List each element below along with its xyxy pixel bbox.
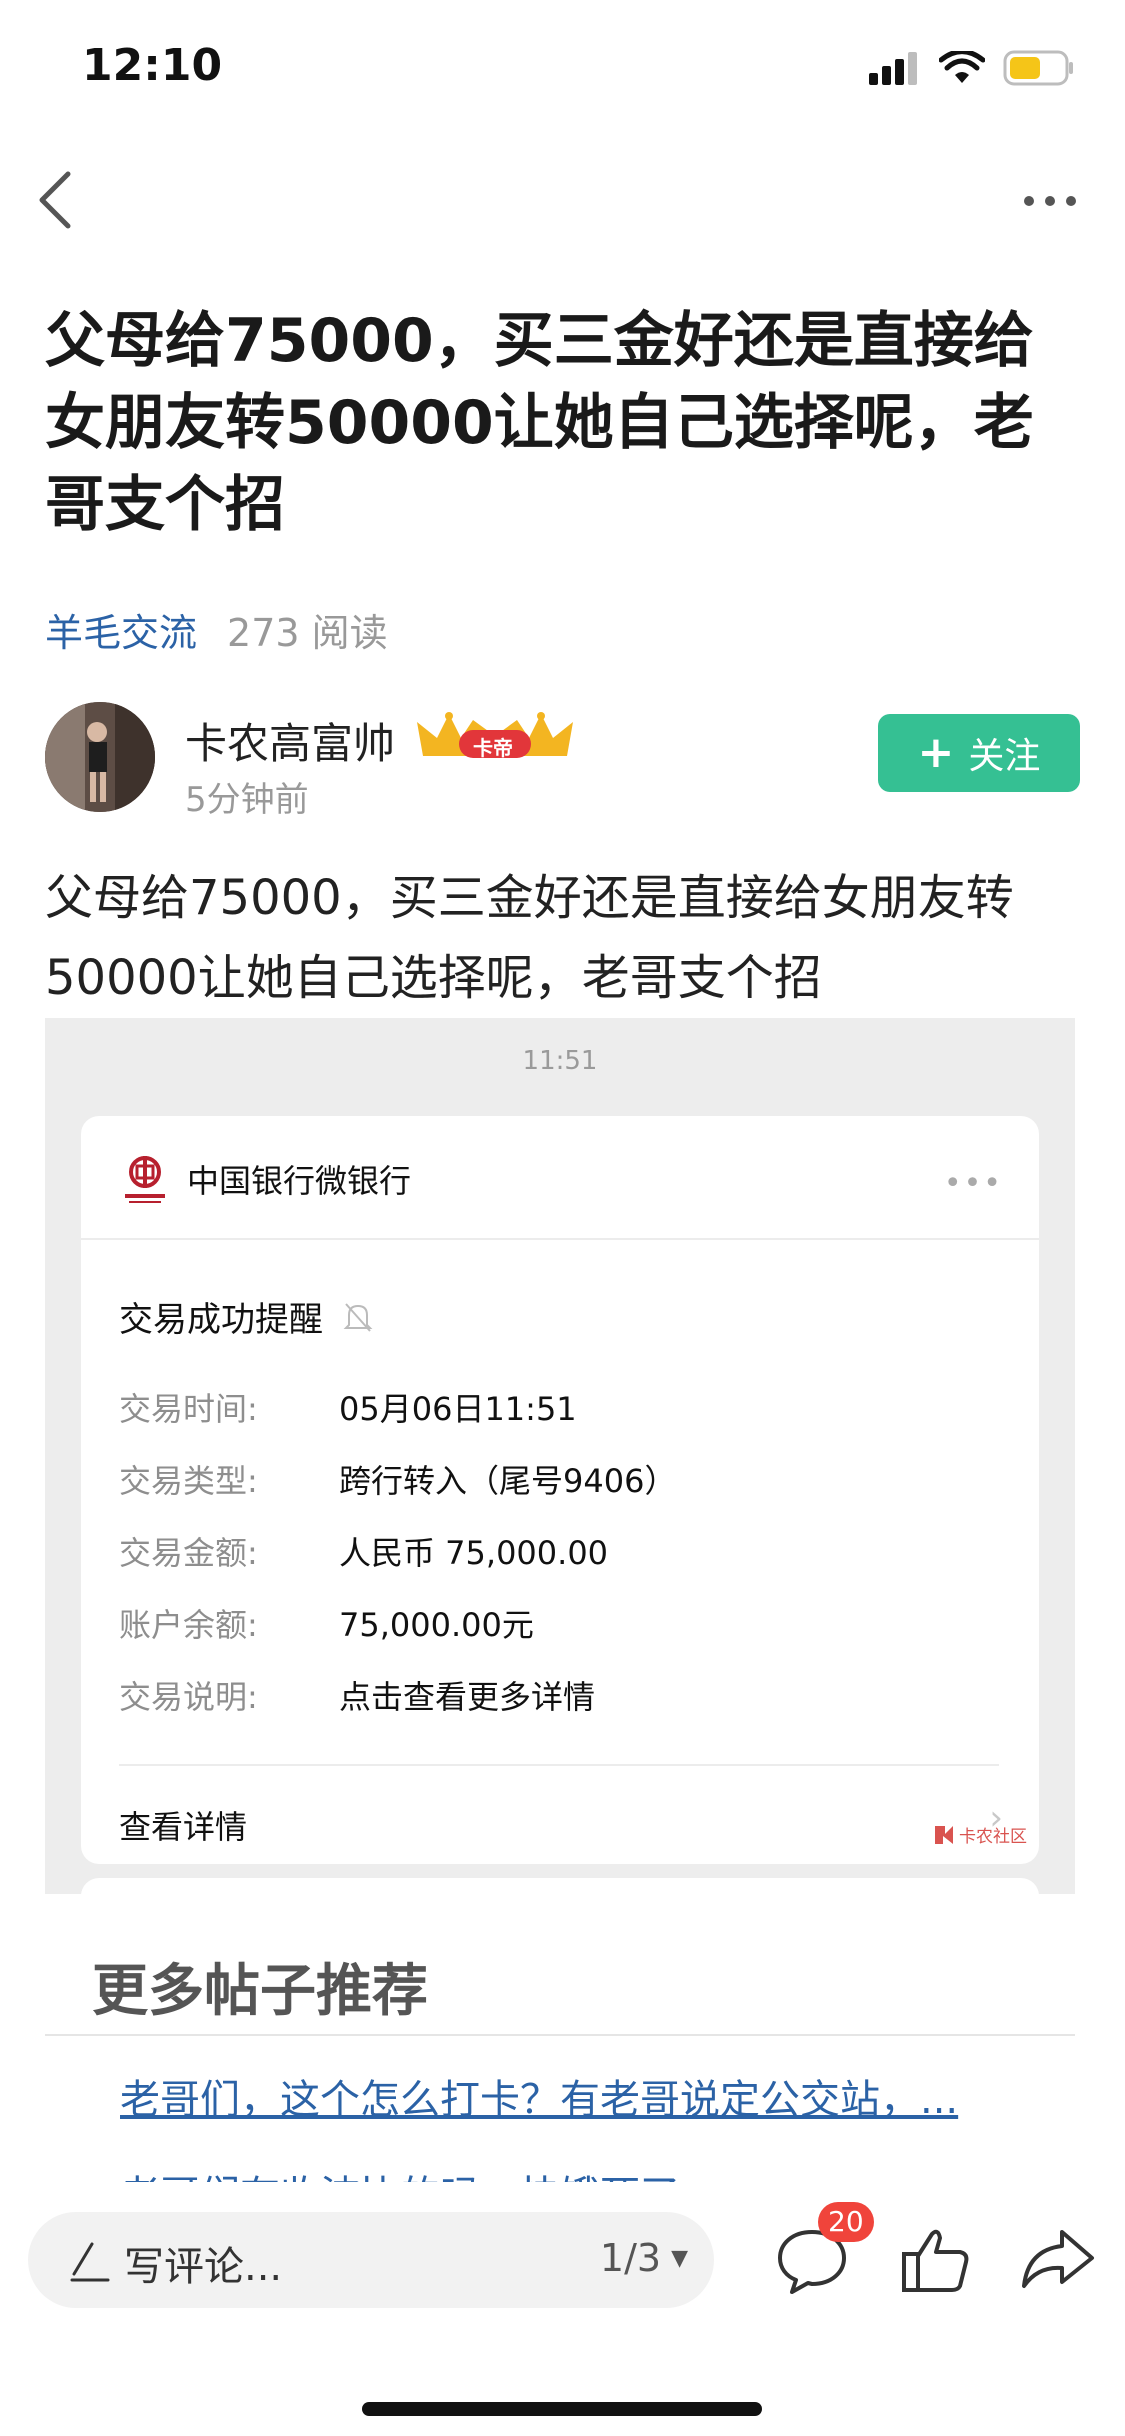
- view-details-link: 查看详情: [119, 1808, 248, 1846]
- like-button[interactable]: [896, 2220, 976, 2300]
- comment-placeholder: 写评论...: [124, 2244, 283, 2290]
- nav-bar: [0, 150, 1125, 250]
- level-badge: 卡帝: [415, 708, 575, 764]
- detail-row: 账户余额: 75,000.00元: [119, 1600, 999, 1672]
- author-name[interactable]: 卡农高富帅: [185, 710, 395, 771]
- detail-label: 交易时间:: [119, 1390, 258, 1428]
- divider: [45, 2034, 1075, 2036]
- signal-icon: [869, 52, 917, 85]
- notice-title-text: 交易成功提醒: [119, 1300, 323, 1340]
- follow-button[interactable]: + 关注: [878, 714, 1080, 792]
- post-time: 5分钟前: [185, 780, 309, 820]
- card-more-icon: •••: [943, 1166, 1003, 1201]
- post-meta: 羊毛交流 273 阅读: [45, 602, 388, 657]
- divider: [119, 1764, 999, 1766]
- detail-row: 交易说明: 点击查看更多详情: [119, 1672, 999, 1744]
- home-indicator[interactable]: [362, 2402, 762, 2416]
- recommend-list: 老哥们，这个怎么打卡？有老哥说定公交站，... 老哥们有收波比的吗，快饿死了: [120, 2052, 1030, 2182]
- more-button[interactable]: [1015, 176, 1085, 226]
- battery-icon: [1003, 50, 1073, 86]
- comment-count-badge: 20: [818, 2202, 874, 2242]
- follow-label: 关注: [968, 736, 1041, 777]
- avatar-image: [45, 702, 155, 812]
- plus-icon: +: [917, 727, 955, 778]
- status-bar: 12:10: [0, 0, 1125, 132]
- recommend-link[interactable]: 老哥们，这个怎么打卡？有老哥说定公交站，...: [120, 2052, 1030, 2148]
- comment-input[interactable]: 写评论... 1/3 ▼: [28, 2212, 714, 2308]
- detail-row: 交易金额: 人民币 75,000.00: [119, 1528, 999, 1600]
- avatar[interactable]: [45, 702, 155, 812]
- status-time: 12:10: [82, 40, 223, 91]
- wifi-icon: [939, 51, 985, 83]
- bank-name: 中国银行微银行: [187, 1162, 412, 1200]
- watermark: 卡农社区: [933, 1822, 1027, 1847]
- detail-value: 人民币 75,000.00: [339, 1534, 609, 1572]
- pen-icon: [70, 2242, 110, 2282]
- board-link[interactable]: 羊毛交流: [45, 602, 197, 657]
- detail-label: 交易类型:: [119, 1462, 258, 1500]
- read-count: 273 阅读: [227, 611, 388, 655]
- page-indicator: 1/3: [599, 2236, 662, 2280]
- transaction-details: 交易时间: 05月06日11:51 交易类型: 跨行转入（尾号9406） 交易金…: [119, 1384, 999, 1744]
- level-badge-label: 卡帝: [473, 736, 513, 760]
- page-selector[interactable]: 1/3 ▼: [600, 2236, 688, 2280]
- detail-value: 75,000.00元: [339, 1606, 534, 1644]
- bell-muted-icon: [343, 1302, 373, 1332]
- bank-card-header: 中国银行微银行 •••: [81, 1116, 1039, 1240]
- watermark-text: 卡农社区: [959, 1827, 1027, 1847]
- recommend-title: 更多帖子推荐: [92, 1959, 428, 2024]
- thumbs-up-icon: [902, 2229, 969, 2292]
- post-title: 父母给75000，买三金好还是直接给女朋友转50000让她自己选择呢，老哥支个招: [45, 306, 1034, 540]
- more-horizontal-icon: [1024, 196, 1076, 206]
- detail-row: 交易时间: 05月06日11:51: [119, 1384, 999, 1456]
- detail-label: 交易金额:: [119, 1534, 258, 1572]
- post-body: 父母给75000，买三金好还是直接给女朋友转50000让她自己选择呢，老哥支个招: [45, 870, 1014, 1006]
- next-card: [81, 1878, 1039, 1894]
- share-button[interactable]: [1018, 2220, 1098, 2300]
- bank-of-china-logo-icon: [125, 1156, 165, 1203]
- status-icons: [867, 48, 1075, 88]
- post-image[interactable]: 11:51 中国银行微银行 ••• 交易成功提醒 交易时间: 05月06日11:: [45, 1018, 1075, 1894]
- back-button[interactable]: [30, 168, 90, 232]
- chevron-left-icon: [39, 171, 71, 229]
- bank-notice-card: 中国银行微银行 ••• 交易成功提醒 交易时间: 05月06日11:51 交易类…: [81, 1116, 1039, 1864]
- detail-label: 交易说明:: [119, 1678, 258, 1716]
- detail-value: 跨行转入（尾号9406）: [339, 1462, 677, 1500]
- recommend-link[interactable]: 老哥们有收波比的吗，快饿死了: [120, 2148, 1030, 2182]
- detail-value: 点击查看更多详情: [339, 1678, 596, 1716]
- author-row: 卡农高富帅 卡帝 5分钟前 + 关注: [45, 702, 1080, 822]
- kanong-logo-icon: [935, 1825, 953, 1844]
- image-timestamp: 11:51: [522, 1046, 598, 1076]
- detail-row: 交易类型: 跨行转入（尾号9406）: [119, 1456, 999, 1528]
- notice-title: 交易成功提醒: [119, 1292, 373, 1341]
- bottom-action-bar: 写评论... 1/3 ▼ 20: [0, 2190, 1125, 2436]
- share-arrow-icon: [1022, 2230, 1094, 2288]
- detail-label: 账户余额:: [119, 1606, 258, 1644]
- caret-down-icon: ▼: [671, 2245, 688, 2271]
- detail-value: 05月06日11:51: [339, 1390, 577, 1428]
